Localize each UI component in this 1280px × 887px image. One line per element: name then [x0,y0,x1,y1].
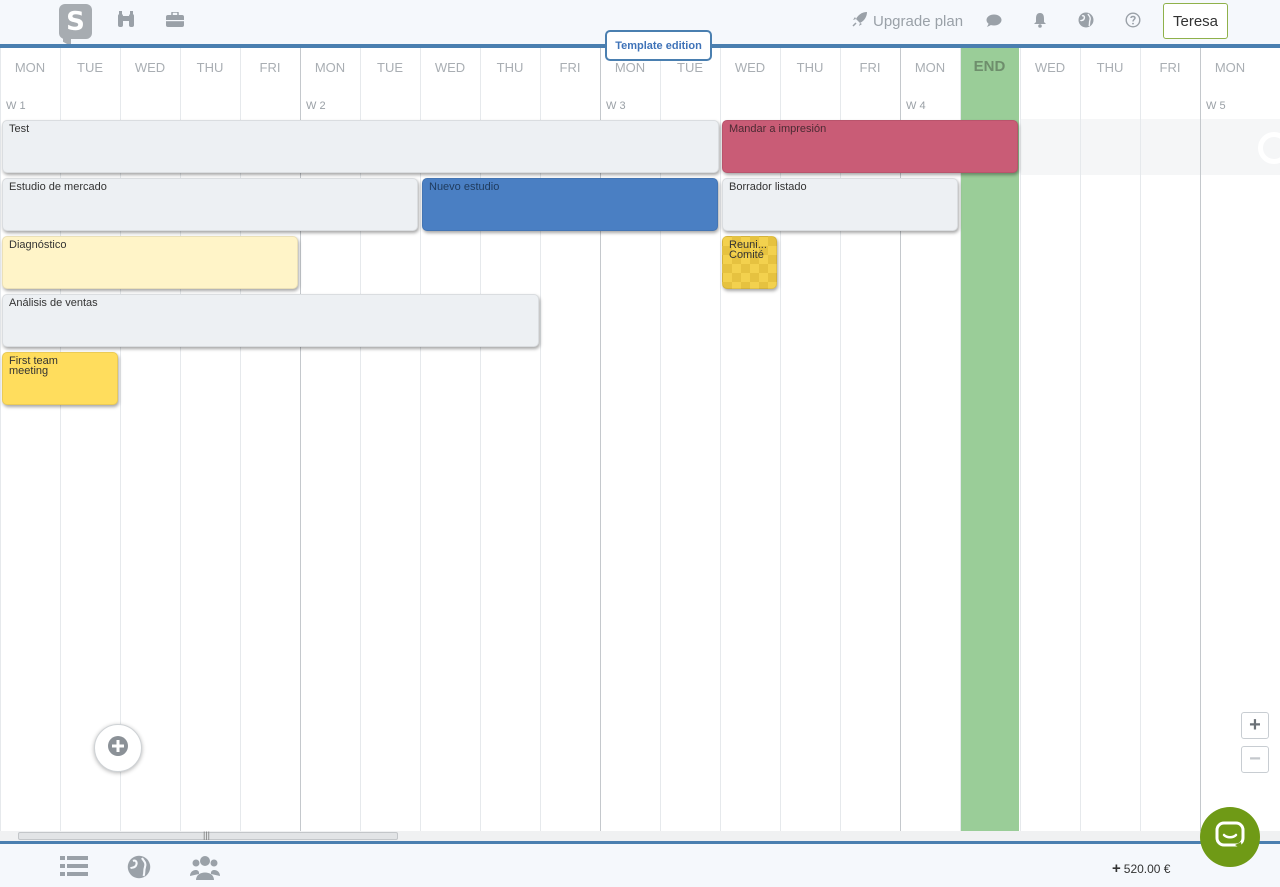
day-label: WED [434,60,466,75]
task-label-line2: meeting [9,365,49,377]
day-label: WED [134,60,166,75]
add-task-button[interactable] [94,724,142,772]
scrollbar-thumb[interactable]: ||| [18,830,398,840]
day-label: MON [614,60,646,75]
logo-icon[interactable]: S [59,4,92,39]
day-column [0,48,1,831]
task-bar[interactable]: Test [2,120,719,173]
day-column [1080,48,1081,831]
day-label: THU [1096,60,1124,75]
binoculars-icon[interactable] [116,10,136,30]
task-bar[interactable]: Mandar a impresión [722,120,1018,173]
app-window: S Upgrade plan Teresa END MON W 1 TUE WE… [0,0,1280,887]
day-label: TUE [377,60,403,75]
week-label: W 5 [1206,100,1226,112]
day-label: MON [14,60,46,75]
task-label: Borrador listado [729,181,807,193]
plus-circle-icon [107,735,129,762]
chat-bubble-icon[interactable] [985,12,1003,30]
horizontal-scrollbar[interactable]: ||| [0,830,1280,841]
week-label: W 1 [6,100,26,112]
task-label: Estudio de mercado [9,181,107,193]
day-column [720,48,721,831]
task-milestone[interactable]: Reuni... Comité [722,236,777,289]
task-bar[interactable]: Diagnóstico [2,236,298,289]
row-highlight [1020,119,1280,175]
day-label: FRI [559,60,581,75]
briefcase-icon[interactable] [165,10,185,30]
team-icon[interactable] [190,853,220,881]
day-label: THU [796,60,824,75]
day-label: FRI [1159,60,1181,75]
week-label: W 4 [906,100,926,112]
help-icon[interactable] [1124,11,1142,29]
task-bar[interactable]: Borrador listado [722,178,958,231]
day-label: WED [1034,60,1066,75]
budget-total: + 520.00 € [1112,860,1170,877]
task-label-line2: Comité [729,249,764,261]
plus-icon: + [1112,860,1121,877]
upgrade-plan-label: Upgrade plan [873,12,964,30]
day-label: MON [1214,60,1246,75]
day-label: FRI [859,60,881,75]
day-label: THU [196,60,224,75]
list-icon[interactable] [59,854,89,878]
task-bar[interactable]: First team meeting [2,352,118,405]
chat-button[interactable] [1200,807,1260,867]
task-label: Test [9,123,30,135]
day-label: THU [496,60,524,75]
week-label: W 3 [606,100,626,112]
day-label: TUE [77,60,103,75]
globe-icon[interactable] [126,854,152,880]
day-column [1140,48,1141,831]
rocket-icon [852,11,868,31]
scrollbar-grip: ||| [203,830,211,840]
week-label: W 2 [306,100,326,112]
zoom-out-button[interactable]: − [1241,746,1269,773]
day-label: WED [734,60,766,75]
user-menu-button[interactable]: Teresa [1163,3,1228,39]
task-bar[interactable]: Nuevo estudio [422,178,718,231]
task-bar[interactable]: Estudio de mercado [2,178,418,231]
day-label: FRI [259,60,281,75]
globe-icon[interactable] [1077,11,1095,29]
task-label: Diagnóstico [9,239,67,251]
task-label: Nuevo estudio [429,181,500,193]
task-label: Mandar a impresión [729,123,827,135]
template-edition-badge: Template edition [605,30,712,61]
bottom-bar [0,844,1280,887]
zoom-in-button[interactable]: + [1241,712,1269,739]
budget-value: 520.00 € [1123,861,1171,876]
day-label: MON [314,60,346,75]
bell-icon[interactable] [1031,11,1049,29]
task-label: Análisis de ventas [9,297,98,309]
chat-icon [1215,821,1245,854]
day-label: MON [914,60,946,75]
day-label: TUE [677,60,703,75]
task-bar[interactable]: Análisis de ventas [2,294,539,347]
upgrade-plan-button[interactable]: Upgrade plan [852,10,963,32]
day-column [1200,48,1201,831]
day-column [1020,48,1021,831]
end-label: END [973,58,1006,75]
